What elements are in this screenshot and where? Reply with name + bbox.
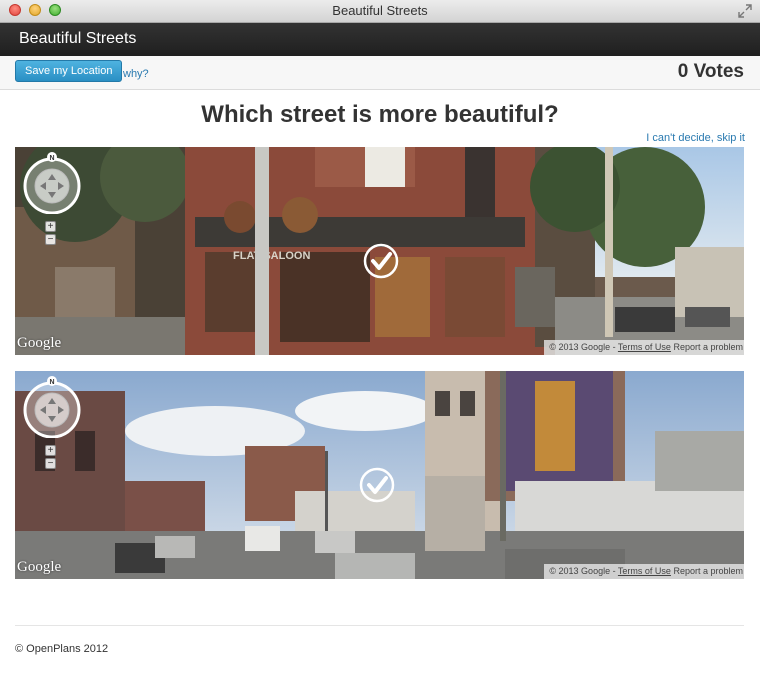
skip-link[interactable]: I can't decide, skip it [646,132,745,144]
app-navbar: Beautiful Streets [0,23,760,56]
close-window-button[interactable] [9,4,21,16]
check-icon[interactable] [359,467,395,503]
map-attribution: © 2013 Google - Terms of Use Report a pr… [544,564,744,579]
copyright-text: © 2013 Google - [549,566,618,576]
compass-icon[interactable]: N [22,152,82,214]
street-view-pane-1[interactable]: FLAT SALOON N + − Google © 2013 Google -… [15,147,744,355]
brand-title[interactable]: Beautiful Streets [19,30,136,48]
footer-text: © OpenPlans 2012 [15,643,109,655]
svg-text:FLAT SALOON: FLAT SALOON [233,250,310,262]
google-logo: Google [17,559,62,575]
report-problem-link[interactable]: Report a problem [673,342,743,352]
zoom-control: + − [45,221,57,247]
save-location-button[interactable]: Save my Location [15,60,123,82]
footer-divider [15,625,744,626]
terms-of-use-link[interactable]: Terms of Use [618,566,671,576]
zoom-out-button[interactable]: − [45,234,56,245]
zoom-in-button[interactable]: + [45,445,56,456]
toolbar: Save my Location why? 0 Votes [0,56,760,90]
minimize-window-button[interactable] [29,4,41,16]
google-logo: Google [17,335,62,351]
terms-of-use-link[interactable]: Terms of Use [618,342,671,352]
compass-north-label: N [49,155,54,162]
zoom-window-button[interactable] [49,4,61,16]
window-titlebar: Beautiful Streets [0,0,760,23]
compass-north-label: N [49,379,54,386]
copyright-text: © 2013 Google - [549,342,618,352]
window-title: Beautiful Streets [332,3,428,18]
why-link[interactable]: why? [123,68,149,80]
votes-count: 0 [677,61,689,82]
report-problem-link[interactable]: Report a problem [673,566,743,576]
votes-label: Votes [693,61,744,82]
compass-icon[interactable]: N [22,376,82,438]
votes-counter: 0 Votes [678,61,744,83]
zoom-out-button[interactable]: − [45,458,56,469]
map-attribution: © 2013 Google - Terms of Use Report a pr… [544,340,744,355]
zoom-control: + − [45,445,57,471]
zoom-in-button[interactable]: + [45,221,56,232]
question-heading: Which street is more beautiful? [201,101,559,128]
street-view-pane-2[interactable]: N + − Google © 2013 Google - Terms of Us… [15,371,744,579]
check-icon[interactable] [363,243,399,279]
fullscreen-icon[interactable] [738,4,752,18]
